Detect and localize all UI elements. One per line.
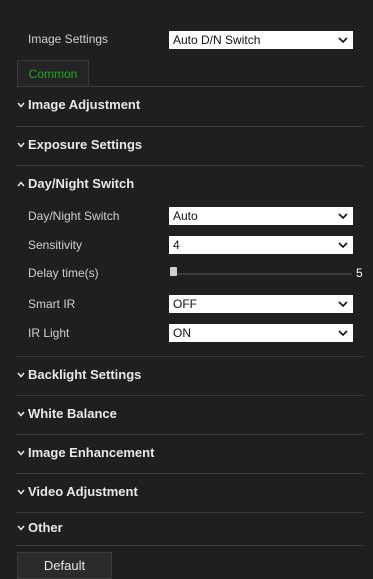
day-night-mode-select[interactable]: Auto	[169, 207, 353, 225]
chevron-down-icon	[17, 525, 25, 531]
section-image-enhancement[interactable]: Image Enhancement	[0, 434, 373, 472]
chevron-down-icon	[17, 489, 25, 495]
section-other[interactable]: Other	[0, 509, 373, 547]
delay-time-slider-thumb[interactable]	[170, 267, 177, 276]
section-video-adjustment[interactable]: Video Adjustment	[0, 473, 373, 511]
delay-time-value: 5	[356, 266, 363, 280]
chevron-down-icon	[338, 37, 348, 44]
section-day-night-switch-label: Day/Night Switch	[28, 176, 135, 191]
delay-time-label: Delay time(s)	[28, 266, 99, 280]
image-settings-select-value: Auto D/N Switch	[173, 33, 261, 47]
section-white-balance[interactable]: White Balance	[0, 395, 373, 433]
section-backlight-settings-label: Backlight Settings	[28, 367, 142, 382]
divider	[16, 545, 363, 546]
section-image-adjustment-label: Image Adjustment	[28, 97, 141, 112]
image-settings-select[interactable]: Auto D/N Switch	[169, 31, 353, 49]
sensitivity-value: 4	[173, 238, 180, 252]
chevron-down-icon	[338, 213, 348, 220]
section-white-balance-label: White Balance	[28, 406, 117, 421]
chevron-down-icon	[17, 372, 25, 378]
section-exposure-settings-label: Exposure Settings	[28, 137, 143, 152]
delay-time-slider-track[interactable]	[170, 273, 352, 275]
section-backlight-settings[interactable]: Backlight Settings	[0, 356, 373, 394]
section-image-enhancement-label: Image Enhancement	[28, 445, 155, 460]
section-video-adjustment-label: Video Adjustment	[28, 484, 138, 499]
default-button[interactable]: Default	[17, 552, 112, 579]
smart-ir-select[interactable]: OFF	[169, 295, 353, 313]
tab-common[interactable]: Common	[17, 60, 89, 86]
chevron-down-icon	[17, 102, 25, 108]
chevron-down-icon	[17, 142, 25, 148]
ir-light-select[interactable]: ON	[169, 324, 353, 342]
chevron-down-icon	[338, 301, 348, 308]
smart-ir-value: OFF	[173, 297, 197, 311]
chevron-down-icon	[338, 242, 348, 249]
section-day-night-switch[interactable]: Day/Night Switch	[0, 165, 373, 203]
section-image-adjustment[interactable]: Image Adjustment	[0, 86, 373, 124]
chevron-down-icon	[17, 450, 25, 456]
ir-light-value: ON	[173, 326, 191, 340]
section-other-label: Other	[28, 520, 63, 535]
image-settings-panel: Image Settings Auto D/N Switch Common Im…	[0, 0, 373, 579]
chevron-up-icon	[17, 181, 25, 187]
chevron-down-icon	[338, 330, 348, 337]
day-night-mode-label: Day/Night Switch	[28, 209, 120, 223]
smart-ir-label: Smart IR	[28, 297, 76, 311]
day-night-mode-value: Auto	[173, 209, 198, 223]
ir-light-label: IR Light	[28, 326, 70, 340]
sensitivity-label: Sensitivity	[28, 238, 83, 252]
image-settings-label: Image Settings	[28, 32, 109, 46]
sensitivity-select[interactable]: 4	[169, 236, 353, 254]
section-exposure-settings[interactable]: Exposure Settings	[0, 126, 373, 164]
chevron-down-icon	[17, 411, 25, 417]
